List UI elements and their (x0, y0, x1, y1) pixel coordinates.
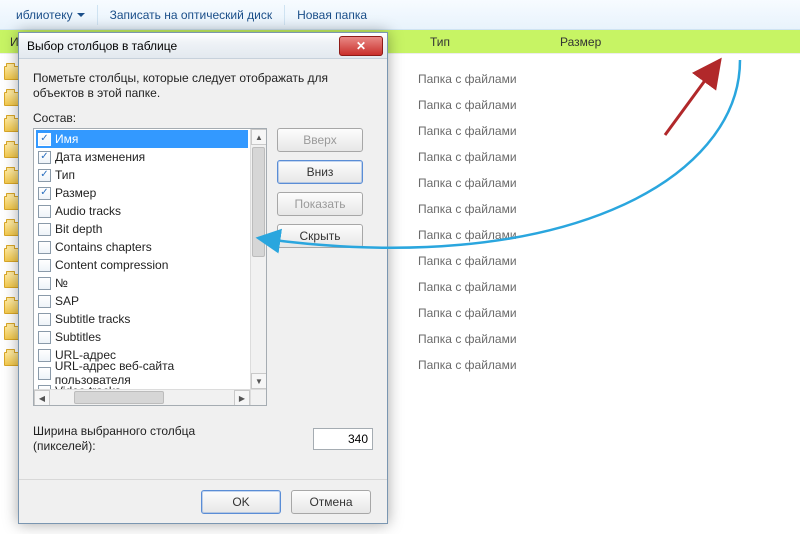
column-option-label: Contains chapters (55, 240, 152, 254)
column-header-size[interactable]: Размер (548, 35, 668, 49)
dialog-title: Выбор столбцов в таблице (27, 39, 177, 53)
column-option-row[interactable]: ✓ Дата изменения (36, 148, 248, 166)
scroll-up-arrow-icon[interactable]: ▲ (251, 129, 267, 145)
columns-listbox[interactable]: ✓ Имя ✓ Дата изменения ✓ Тип ✓ Размер Audio trac… (33, 128, 267, 406)
file-type-cell: Папка с файлами (418, 118, 517, 144)
file-type-cell: Папка с файлами (418, 170, 517, 196)
file-type-cell: Папка с файлами (418, 274, 517, 300)
column-option-row[interactable]: Bit depth (36, 220, 248, 238)
toolbar-library-label: иблиотеку (16, 8, 73, 22)
column-option-row[interactable]: Contains chapters (36, 238, 248, 256)
dialog-footer: OK Отмена (19, 479, 387, 523)
toolbar-new-folder-label: Новая папка (297, 8, 367, 22)
column-width-label: Ширина выбранного столбца (пикселей): (33, 424, 223, 454)
file-type-cell: Папка с файлами (418, 326, 517, 352)
column-option-label: Дата изменения (55, 150, 145, 164)
toolbar-burn-label: Записать на оптический диск (110, 8, 273, 22)
scroll-down-arrow-icon[interactable]: ▼ (251, 373, 267, 389)
column-option-row[interactable]: SAP (36, 292, 248, 310)
move-down-button[interactable]: Вниз (277, 160, 363, 184)
column-option-row[interactable]: Subtitle tracks (36, 310, 248, 328)
file-type-cell: Папка с файлами (418, 92, 517, 118)
ok-button[interactable]: OK (201, 490, 281, 514)
toolbar-separator (284, 5, 285, 25)
toolbar-new-folder-button[interactable]: Новая папка (287, 4, 377, 26)
column-option-row[interactable]: URL-адрес веб-сайта пользователя (36, 364, 248, 382)
file-type-cell: Папка с файлами (418, 222, 517, 248)
scrollbar-corner (250, 389, 266, 405)
move-up-button[interactable]: Вверх (277, 128, 363, 152)
checkbox[interactable]: ✓ (38, 133, 51, 146)
column-option-label: Размер (55, 186, 96, 200)
horizontal-scrollbar[interactable]: ◀ ▶ (34, 389, 250, 405)
checkbox[interactable] (38, 331, 51, 344)
file-type-cell: Папка с файлами (418, 144, 517, 170)
dialog-titlebar[interactable]: Выбор столбцов в таблице ✕ (19, 33, 387, 59)
checkbox[interactable] (38, 349, 51, 362)
cancel-button[interactable]: Отмена (291, 490, 371, 514)
checkbox[interactable]: ✓ (38, 187, 51, 200)
column-option-label: Subtitle tracks (55, 312, 130, 326)
file-type-column: Папка с файламиПапка с файламиПапка с фа… (418, 66, 517, 378)
column-option-label: Имя (55, 132, 78, 146)
explorer-toolbar: иблиотеку Записать на оптический диск Но… (0, 0, 800, 30)
column-header-type[interactable]: Тип (418, 35, 548, 49)
checkbox[interactable] (38, 259, 51, 272)
file-type-cell: Папка с файлами (418, 196, 517, 222)
file-type-cell: Папка с файлами (418, 248, 517, 274)
column-option-label: URL-адрес веб-сайта пользователя (55, 359, 248, 387)
column-option-label: Тип (55, 168, 75, 182)
column-option-row[interactable]: ✓ Тип (36, 166, 248, 184)
column-option-label: Audio tracks (55, 204, 121, 218)
scroll-thumb[interactable] (74, 391, 164, 404)
column-option-label: Bit depth (55, 222, 102, 236)
checkbox[interactable] (38, 295, 51, 308)
checkbox[interactable] (38, 313, 51, 326)
column-option-row[interactable]: Subtitles (36, 328, 248, 346)
column-option-row[interactable]: ✓ Имя (36, 130, 248, 148)
dialog-instruction: Пометьте столбцы, которые следует отобра… (33, 71, 373, 101)
toolbar-library-button[interactable]: иблиотеку (6, 4, 95, 26)
checkbox[interactable] (38, 277, 51, 290)
toolbar-burn-button[interactable]: Записать на оптический диск (100, 4, 283, 26)
checkbox[interactable] (38, 223, 51, 236)
file-type-cell: Папка с файлами (418, 352, 517, 378)
checkbox[interactable]: ✓ (38, 151, 51, 164)
close-button[interactable]: ✕ (339, 36, 383, 56)
scroll-thumb[interactable] (252, 147, 265, 257)
chevron-down-icon (77, 13, 85, 17)
list-label: Состав: (33, 111, 373, 125)
hide-button[interactable]: Скрыть (277, 224, 363, 248)
column-option-label: Subtitles (55, 330, 101, 344)
toolbar-separator (97, 5, 98, 25)
column-option-label: Content compression (55, 258, 168, 272)
show-button[interactable]: Показать (277, 192, 363, 216)
scroll-left-arrow-icon[interactable]: ◀ (34, 390, 50, 406)
column-option-row[interactable]: № (36, 274, 248, 292)
file-type-cell: Папка с файлами (418, 300, 517, 326)
column-option-row[interactable]: ✓ Размер (36, 184, 248, 202)
checkbox[interactable] (38, 205, 51, 218)
file-type-cell: Папка с файлами (418, 66, 517, 92)
column-option-row[interactable]: Content compression (36, 256, 248, 274)
checkbox[interactable]: ✓ (38, 169, 51, 182)
choose-columns-dialog: Выбор столбцов в таблице ✕ Пометьте стол… (18, 32, 388, 524)
checkbox[interactable] (38, 241, 51, 254)
column-option-row[interactable]: Audio tracks (36, 202, 248, 220)
side-buttons: Вверх Вниз Показать Скрыть (277, 128, 363, 406)
column-option-label: № (55, 276, 68, 290)
column-width-input[interactable] (313, 428, 373, 450)
column-option-label: SAP (55, 294, 79, 308)
scroll-right-arrow-icon[interactable]: ▶ (234, 390, 250, 406)
vertical-scrollbar[interactable]: ▲ ▼ (250, 129, 266, 389)
checkbox[interactable] (38, 367, 51, 380)
close-icon: ✕ (356, 39, 366, 53)
